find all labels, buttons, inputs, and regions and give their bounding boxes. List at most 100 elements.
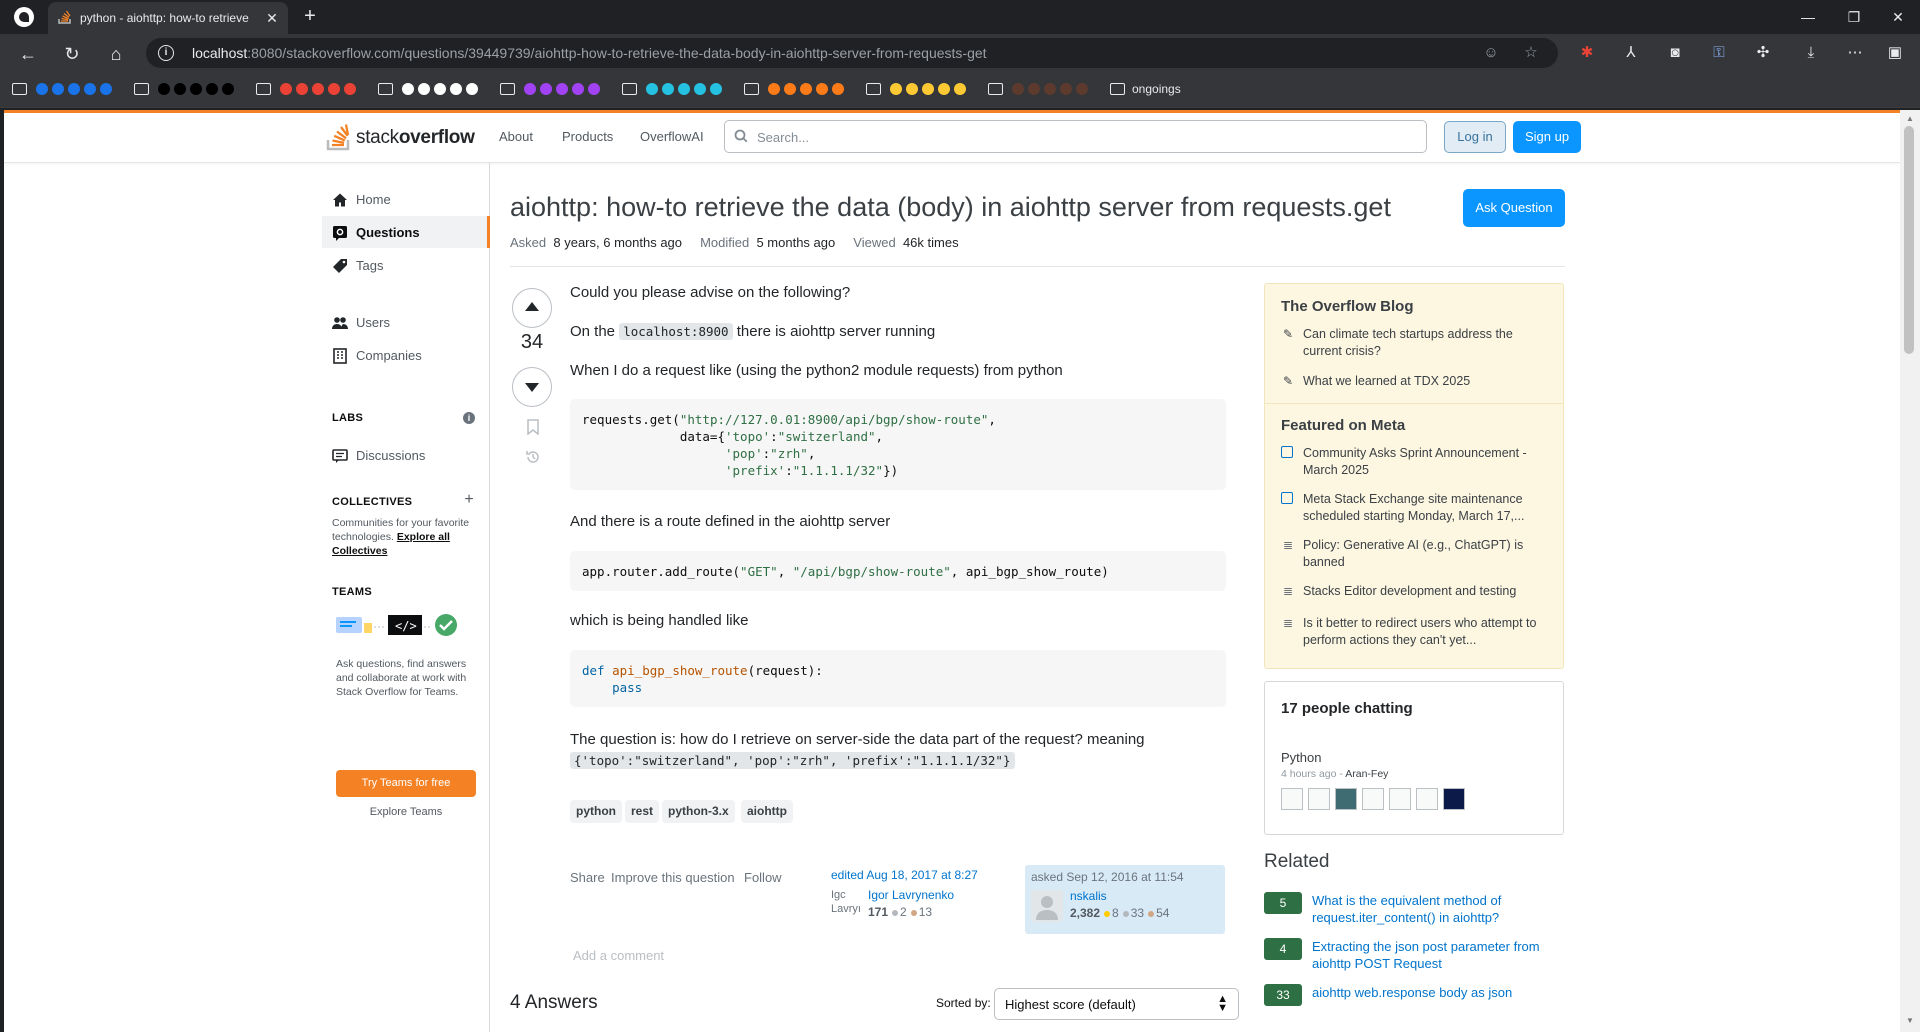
chat-user-avatar[interactable] <box>1362 788 1384 810</box>
sidebar-toggle-icon[interactable]: ▣ <box>1884 42 1906 64</box>
scroll-up-icon[interactable]: ▲ <box>1905 114 1915 124</box>
code-block[interactable]: def api_bgp_show_route(request): pass <box>570 650 1226 707</box>
bookmark-folder[interactable] <box>378 81 488 99</box>
sidebar-item-home[interactable]: Home <box>322 183 490 215</box>
modified-value[interactable]: 5 months ago <box>756 235 835 250</box>
chat-user-avatar[interactable] <box>1281 788 1303 810</box>
new-tab-icon[interactable]: + <box>298 5 322 29</box>
sidebar-item-discussions[interactable]: Discussions <box>322 439 490 471</box>
chat-user-avatar[interactable] <box>1443 788 1465 810</box>
related-link[interactable]: What is the equivalent method of request… <box>1312 892 1552 926</box>
ask-question-button[interactable]: Ask Question <box>1463 189 1565 227</box>
bookmark-folder[interactable] <box>866 81 976 99</box>
add-comment-link[interactable]: Add a comment <box>573 948 664 963</box>
chat-user-avatar[interactable] <box>1308 788 1330 810</box>
related-item[interactable]: 4 Extracting the json post parameter fro… <box>1264 938 1564 978</box>
bookmark-star-icon[interactable]: ☆ <box>1522 44 1540 62</box>
tag-python-3-x[interactable]: python-3.x <box>662 800 735 823</box>
browser-logo-icon[interactable] <box>14 7 34 27</box>
meta-item[interactable]: Community Asks Sprint Announcement - Mar… <box>1281 445 1551 479</box>
minimize-icon[interactable]: — <box>1790 6 1826 28</box>
back-icon[interactable]: ← <box>16 42 40 66</box>
home-icon[interactable]: ⌂ <box>104 42 128 66</box>
search-input[interactable]: Search... <box>724 120 1427 153</box>
edited-link[interactable]: edited Aug 18, 2017 at 8:27 <box>831 868 978 882</box>
chat-room-link[interactable]: Python <box>1281 750 1321 765</box>
bookmark-folder[interactable] <box>500 81 610 99</box>
menu-dots-icon[interactable]: ⋯ <box>1844 42 1866 64</box>
downvote-button[interactable] <box>512 367 552 407</box>
add-collective-icon[interactable]: + <box>462 492 476 508</box>
tab-close-icon[interactable]: ✕ <box>262 8 282 28</box>
upvote-button[interactable] <box>512 288 552 328</box>
related-item[interactable]: 5 What is the equivalent method of reque… <box>1264 892 1564 932</box>
tag-aiohttp[interactable]: aiohttp <box>741 800 793 823</box>
bookmark-folder[interactable] <box>988 81 1098 99</box>
related-link[interactable]: aiohttp web.response body as json <box>1312 984 1552 1001</box>
editor-name[interactable]: Igor Lavrynenko <box>868 888 954 902</box>
sidebar-item-tags[interactable]: Tags <box>322 249 490 281</box>
chat-user-avatar[interactable] <box>1416 788 1438 810</box>
scroll-down-icon[interactable]: ▼ <box>1905 1016 1915 1026</box>
explore-teams-link[interactable]: Explore Teams <box>336 806 476 818</box>
extension-icon[interactable]: ✱ <box>1576 42 1598 64</box>
address-bar[interactable]: i localhost:8080/stackoverflow.com/quest… <box>146 38 1558 68</box>
code-token: , <box>807 446 816 461</box>
bookmark-folder-ongoings[interactable]: ongoings <box>1110 81 1210 99</box>
downloads-icon[interactable]: ⤓ <box>1800 42 1822 64</box>
extension-password-icon[interactable]: ⚿ <box>1708 42 1730 64</box>
nav-products[interactable]: Products <box>562 129 613 144</box>
tag-rest[interactable]: rest <box>625 800 660 823</box>
chat-user-avatar[interactable] <box>1335 788 1357 810</box>
bookmark-folder[interactable] <box>622 81 732 99</box>
meta-item[interactable]: Meta Stack Exchange site maintenance sch… <box>1281 491 1551 525</box>
page-scrollbar[interactable]: ▲ ▼ <box>1900 110 1920 1032</box>
signup-button[interactable]: Sign up <box>1513 121 1581 153</box>
history-icon[interactable] <box>525 449 541 467</box>
code-block[interactable]: app.router.add_route("GET", "/api/bgp/sh… <box>570 551 1226 591</box>
asker-name[interactable]: nskalis <box>1070 889 1107 903</box>
site-info-icon[interactable]: i <box>158 45 174 61</box>
chat-user-avatar[interactable] <box>1389 788 1411 810</box>
blog-item[interactable]: ✎ Can climate tech startups address the … <box>1281 326 1551 360</box>
code-block[interactable]: requests.get("http://127.0.01:8900/api/b… <box>570 399 1226 490</box>
meta-item[interactable]: ≣ Policy: Generative AI (e.g., ChatGPT) … <box>1281 537 1551 571</box>
scrollbar-thumb[interactable] <box>1904 126 1914 354</box>
info-icon[interactable]: i <box>463 412 475 424</box>
bookmark-folder[interactable] <box>134 81 244 99</box>
related-link[interactable]: Extracting the json post parameter from … <box>1312 938 1552 972</box>
extension-acrobat-icon[interactable]: ⅄ <box>1620 42 1642 64</box>
emoji-icon[interactable]: ☺ <box>1482 44 1500 62</box>
chat-user[interactable]: Aran-Fey <box>1345 768 1388 780</box>
follow-link[interactable]: Follow <box>744 870 782 885</box>
window-close-icon[interactable]: ✕ <box>1880 6 1916 28</box>
sidebar-item-questions[interactable]: Questions <box>322 216 490 248</box>
bookmark-folder[interactable] <box>12 81 122 99</box>
restore-icon[interactable]: ❐ <box>1836 6 1872 28</box>
bookmark-icon[interactable] <box>525 419 541 437</box>
related-item[interactable]: 33 aiohttp web.response body as json <box>1264 984 1564 1024</box>
reload-icon[interactable]: ↻ <box>60 42 84 66</box>
bookmark-folder[interactable] <box>256 81 366 99</box>
tag-python[interactable]: python <box>570 800 622 823</box>
nav-about[interactable]: About <box>499 129 533 144</box>
browser-tab[interactable]: python - aiohttp: how-to retrieve ✕ <box>48 2 288 34</box>
extension-glasses-icon[interactable]: ◙ <box>1664 42 1686 64</box>
improve-question-link[interactable]: Improve this question <box>611 870 735 885</box>
question-title[interactable]: aiohttp: how-to retrieve the data (body)… <box>510 192 1450 223</box>
try-teams-button[interactable]: Try Teams for free <box>336 770 476 797</box>
bookmark-folder[interactable] <box>744 81 854 99</box>
meta-item[interactable]: ≣ Stacks Editor development and testing <box>1281 583 1551 600</box>
blog-item[interactable]: ✎ What we learned at TDX 2025 <box>1281 373 1551 390</box>
sidebar-item-companies[interactable]: Companies <box>322 339 490 371</box>
extensions-puzzle-icon[interactable]: ✣ <box>1752 42 1774 64</box>
avatar[interactable] <box>1031 890 1063 922</box>
stackoverflow-logo[interactable]: stackoverflow <box>326 121 476 153</box>
meta-item[interactable]: ≣ Is it better to redirect users who att… <box>1281 615 1551 649</box>
sidebar-item-users[interactable]: Users <box>322 306 490 338</box>
editor-avatar[interactable]: Igc Lavryı <box>831 888 863 918</box>
share-link[interactable]: Share <box>570 870 605 885</box>
login-button[interactable]: Log in <box>1444 121 1506 153</box>
nav-overflowai[interactable]: OverflowAI <box>640 129 704 144</box>
sort-select[interactable]: Highest score (default) ▲ ▼ <box>994 988 1239 1020</box>
